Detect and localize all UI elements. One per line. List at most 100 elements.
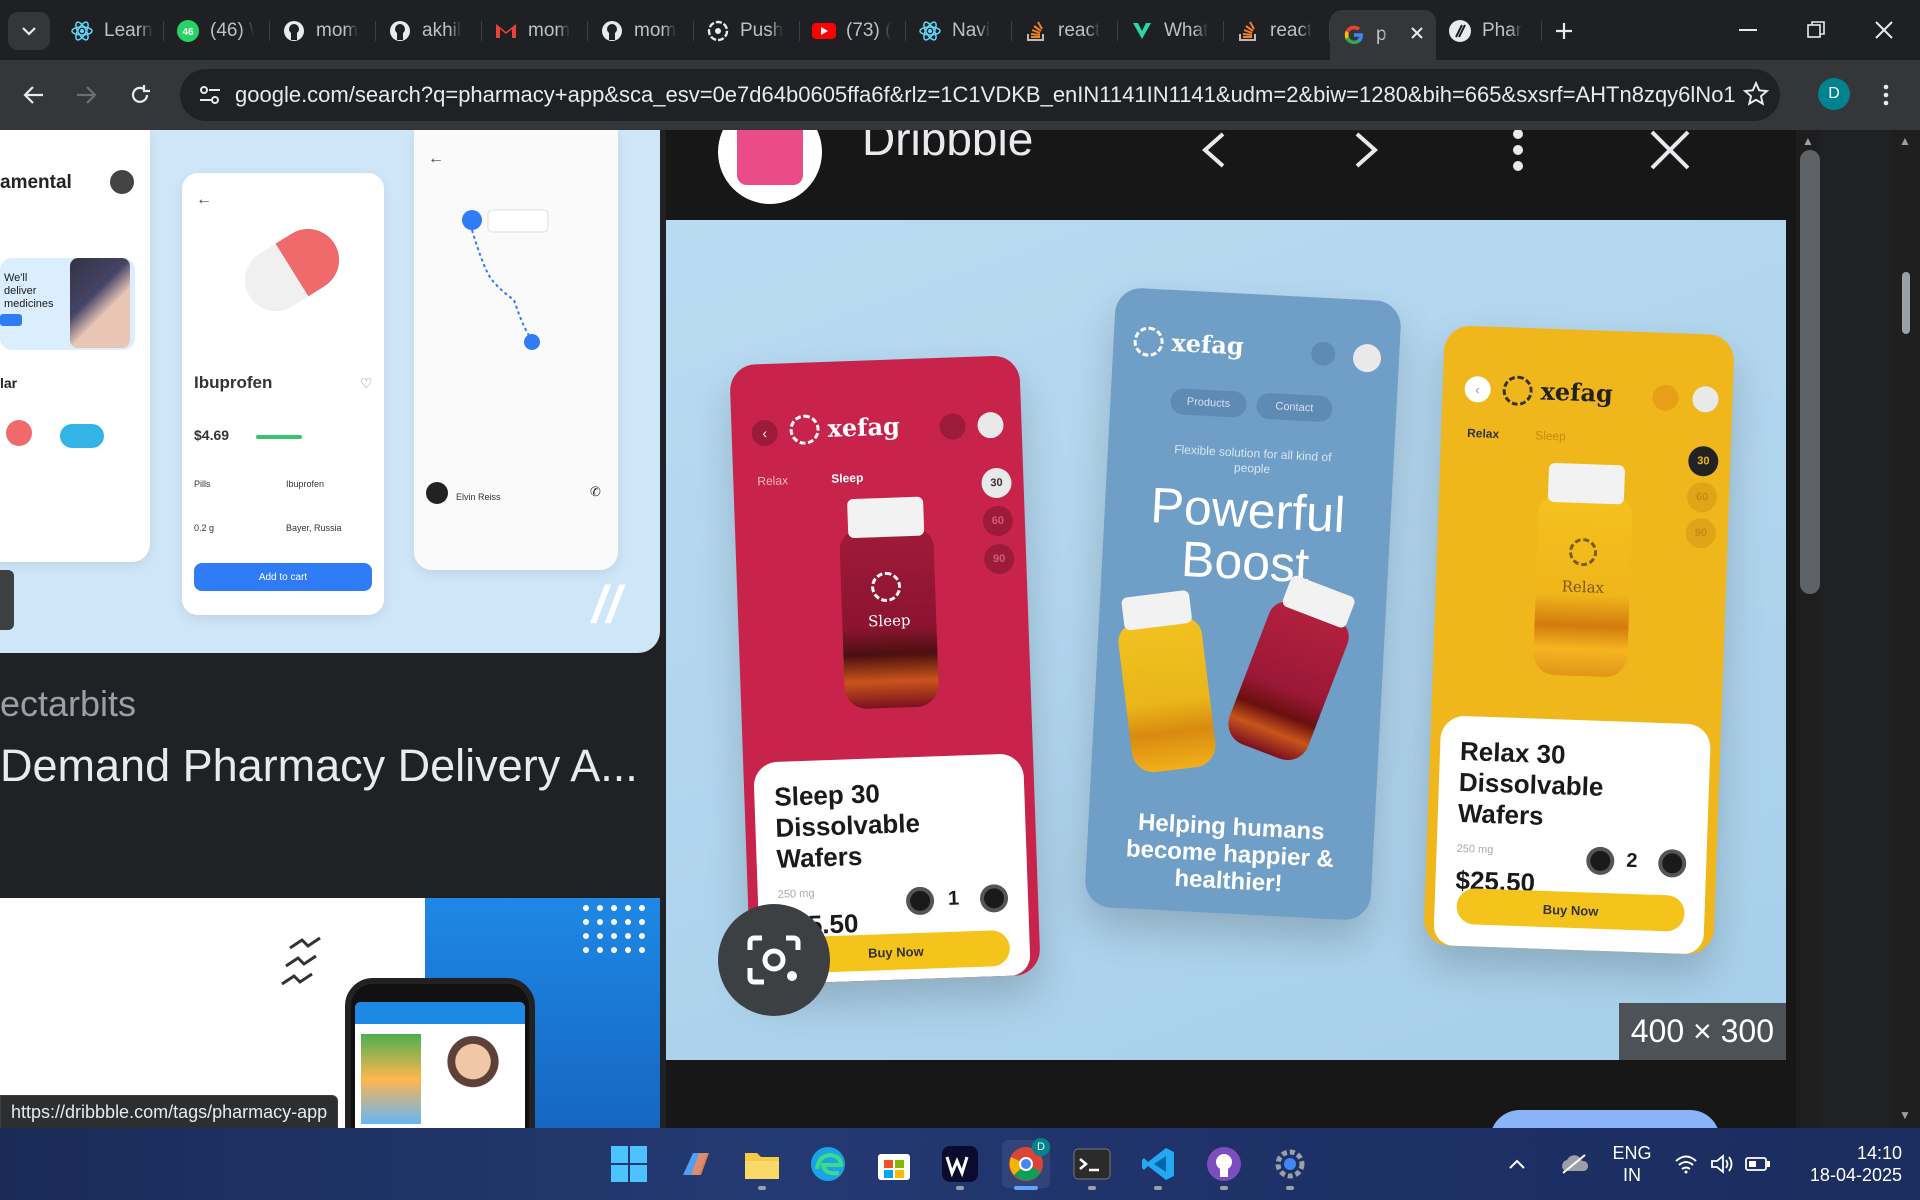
taskbar-copilot[interactable]	[672, 1140, 720, 1188]
taskbar-file-explorer[interactable]	[738, 1140, 786, 1190]
more-vert-icon	[1883, 84, 1889, 106]
scroll-up-arrow-icon[interactable]: ▲	[1802, 134, 1814, 148]
browser-tab[interactable]: What	[1118, 10, 1224, 52]
mock-phone-icon: ✆	[590, 484, 601, 499]
address-bar[interactable]: google.com/search?q=pharmacy+app&sca_esv…	[180, 69, 1780, 121]
carousel-prev-handle[interactable]	[0, 570, 14, 630]
browser-tab[interactable]: (73) (	[800, 10, 906, 52]
start-button[interactable]	[605, 1140, 653, 1188]
phone-mockup	[345, 978, 535, 1128]
mock-label-drug: Ibuprofen	[286, 479, 325, 489]
result-title[interactable]: Demand Pharmacy Delivery A...	[0, 740, 660, 792]
browser-tab[interactable]: 46 (46) \	[164, 10, 270, 52]
clock[interactable]: 14:10 18-04-2025	[1790, 1142, 1914, 1186]
relax-bottle-small	[1116, 589, 1218, 775]
browser-tab[interactable]: Push	[694, 10, 800, 52]
preview-source-name[interactable]: Dribbble	[862, 130, 1033, 166]
relax-qty: 2	[1625, 849, 1638, 873]
vscode-icon	[1142, 1148, 1174, 1180]
browser-tab[interactable]: Phar	[1436, 10, 1542, 52]
boost-promo-card: xefag Products Contact Flexible solution…	[1083, 286, 1403, 922]
taskbar-chrome[interactable]: D	[1002, 1138, 1050, 1190]
tray-wifi[interactable]	[1670, 1140, 1702, 1188]
reload-button[interactable]	[120, 75, 160, 115]
bookmark-star-icon[interactable]	[1742, 80, 1770, 112]
restore-icon	[1807, 21, 1825, 38]
tray-onedrive[interactable]	[1556, 1140, 1592, 1188]
new-tab-button[interactable]	[1542, 10, 1586, 52]
taskbar-settings[interactable]	[1266, 1140, 1314, 1190]
clock-time: 14:10	[1856, 1143, 1902, 1163]
mock-map-back-icon: ←	[428, 150, 444, 167]
page-scroll-up-icon[interactable]: ▲	[1899, 134, 1911, 148]
chevron-right-icon	[1355, 132, 1379, 168]
tray-overflow-button[interactable]	[1502, 1140, 1532, 1188]
back-circle-icon: ‹	[1464, 375, 1492, 403]
windows-taskbar: D ENG IN 14:10 18-04-2025	[0, 1128, 1920, 1200]
tab-label: mom	[528, 20, 571, 41]
tab-sleep: Sleep	[831, 470, 864, 486]
tab-label: mom	[634, 20, 677, 41]
close-tab-icon[interactable]	[1410, 24, 1424, 46]
url-text[interactable]: google.com/search?q=pharmacy+app&sca_esv…	[235, 82, 1735, 108]
results-grid: amental We'll deliver medicines lar ← Ib…	[0, 130, 666, 1128]
taskbar-webstorm[interactable]	[936, 1140, 984, 1190]
tab-search-button[interactable]	[8, 12, 50, 50]
close-preview-button[interactable]	[1640, 130, 1700, 180]
preview-image[interactable]: ‹ xefag Relax Sleep 30 60 90 Sleep Sleep…	[666, 220, 1786, 1060]
minimize-button[interactable]	[1714, 0, 1782, 60]
browser-menu-button[interactable]	[1866, 75, 1906, 115]
forward-button[interactable]	[66, 75, 106, 115]
github-icon	[600, 19, 624, 43]
preview-header: Dribbble	[666, 130, 1796, 220]
taskbar-vscode[interactable]	[1134, 1140, 1182, 1190]
mock-banner-button	[0, 314, 22, 326]
visit-button[interactable]	[1490, 1110, 1720, 1128]
dribbble-logo[interactable]	[718, 130, 822, 204]
taskbar-edge[interactable]	[804, 1140, 852, 1188]
tray-volume[interactable]	[1706, 1140, 1738, 1188]
more-options-button[interactable]	[1488, 130, 1548, 180]
tray-battery[interactable]	[1742, 1140, 1774, 1188]
next-image-button[interactable]	[1336, 130, 1396, 180]
input-language[interactable]: ENG IN	[1604, 1142, 1660, 1186]
panel-scrollbar[interactable]: ▲	[1796, 130, 1820, 1128]
profile-avatar[interactable]: D	[1818, 78, 1850, 110]
github-desktop-icon	[1207, 1147, 1241, 1181]
browser-tab[interactable]: Navi	[906, 10, 1012, 52]
browser-tab-active[interactable]: p	[1330, 10, 1436, 60]
google-lens-button[interactable]	[718, 904, 830, 1016]
taskbar-terminal[interactable]	[1068, 1140, 1116, 1190]
mock-avatar	[110, 170, 134, 194]
previous-image-button[interactable]	[1184, 130, 1244, 180]
page-scroll-thumb[interactable]	[1902, 272, 1910, 334]
brand-logo-icon	[789, 414, 821, 446]
mock-heart-icon: ♡	[360, 375, 373, 391]
mock-add-to-cart: Add to cart	[194, 563, 372, 591]
stackoverflow-icon	[1024, 19, 1048, 43]
page-scrollbar[interactable]: ▲ ▼	[1890, 130, 1920, 1128]
browser-tab[interactable]: react	[1012, 10, 1118, 52]
result-source[interactable]: ectarbits	[0, 683, 136, 725]
browser-tab[interactable]: mom	[482, 10, 588, 52]
close-window-button[interactable]	[1850, 0, 1918, 60]
cart-circle-icon	[1692, 385, 1719, 413]
taskbar-store[interactable]	[870, 1140, 918, 1188]
result-image-pharmacy-delivery[interactable]: amental We'll deliver medicines lar ← Ib…	[0, 130, 660, 653]
panel-scroll-thumb[interactable]	[1800, 150, 1820, 594]
browser-tab[interactable]: Learn	[58, 10, 164, 52]
page-scroll-down-icon[interactable]: ▼	[1899, 1108, 1911, 1122]
browser-tab[interactable]: akhil	[376, 10, 482, 52]
site-info-icon[interactable]	[198, 84, 222, 111]
volume-icon	[1711, 1154, 1733, 1174]
result-image-pharmacy-2[interactable]	[0, 898, 660, 1128]
mock-list-label: lar	[0, 375, 18, 391]
browser-tab[interactable]: react	[1224, 10, 1330, 52]
back-button[interactable]	[14, 75, 54, 115]
browser-tab[interactable]: mom	[588, 10, 694, 52]
taskbar-github-desktop[interactable]	[1200, 1140, 1248, 1190]
browser-tab[interactable]: mom	[270, 10, 376, 52]
browser-toolbar: google.com/search?q=pharmacy+app&sca_esv…	[0, 60, 1920, 130]
restore-button[interactable]	[1782, 0, 1850, 60]
more-vert-icon	[1513, 130, 1523, 171]
